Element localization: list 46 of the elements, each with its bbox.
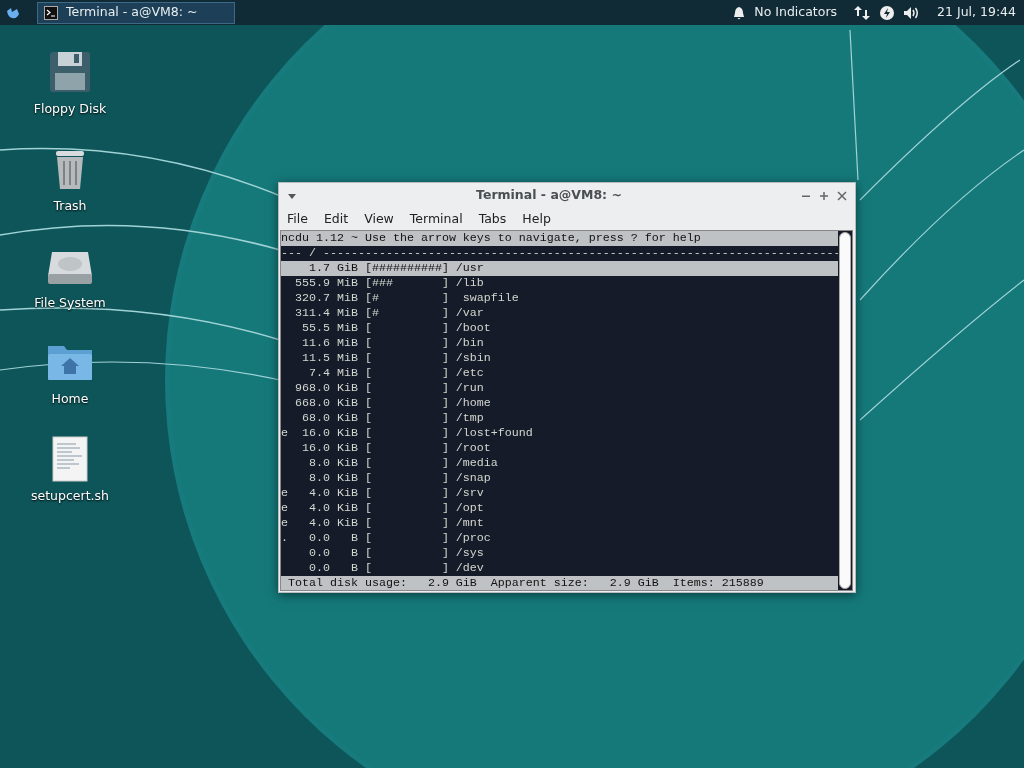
desktop-icon-label[interactable]: Home — [24, 390, 116, 409]
terminal-icon — [44, 5, 58, 20]
desktop-icon-label[interactable]: setupcert.sh — [24, 487, 116, 506]
directory-row[interactable]: 7.4 MiB [ ] /etc — [281, 366, 839, 381]
directory-row[interactable]: 668.0 KiB [ ] /home — [281, 396, 839, 411]
directory-row[interactable]: 968.0 KiB [ ] /run — [281, 381, 839, 396]
directory-row[interactable]: e 4.0 KiB [ ] /opt — [281, 501, 839, 516]
close-icon[interactable] — [837, 190, 847, 201]
window-menu-icon[interactable] — [287, 191, 297, 200]
directory-row[interactable]: 55.5 MiB [ ] /boot — [281, 321, 839, 336]
maximize-icon[interactable] — [819, 190, 829, 201]
scrollbar[interactable] — [839, 232, 851, 589]
terminal-header: ncdu 1.12 ~ Use the arrow keys to navigate, press ? for help — [281, 231, 839, 246]
directory-row[interactable]: e 4.0 KiB [ ] /mnt — [281, 516, 839, 531]
desktop-icon-label[interactable]: File System — [24, 293, 116, 313]
notification-icon[interactable] — [732, 5, 747, 20]
directory-row[interactable]: 0.0 B [ ] /dev — [281, 561, 839, 576]
directory-row[interactable]: 8.0 KiB [ ] /media — [281, 456, 839, 471]
directory-row[interactable]: 311.4 MiB [# ] /var — [281, 306, 839, 321]
menu-item[interactable]: Edit — [315, 209, 357, 229]
menu-item[interactable]: Help — [514, 209, 559, 229]
window-title: Terminal - a@VM8: ~ — [476, 186, 622, 205]
directory-row[interactable]: 555.9 MiB [### ] /lib — [281, 276, 839, 291]
network-icon[interactable] — [853, 3, 872, 22]
taskbar-button[interactable]: Terminal - a@VM8: ~ — [37, 1, 235, 24]
directory-row[interactable]: 11.6 MiB [ ] /bin — [281, 336, 839, 351]
directory-row[interactable]: 8.0 KiB [ ] /snap — [281, 471, 839, 486]
clock[interactable]: 21 Jul, 19:44 — [937, 3, 1016, 22]
directory-row[interactable]: 68.0 KiB [ ] /tmp — [281, 411, 839, 426]
directory-row[interactable]: e 16.0 KiB [ ] /lost+found — [281, 426, 839, 441]
directory-row[interactable]: 16.0 KiB [ ] /root — [281, 441, 839, 456]
directory-row[interactable]: e 4.0 KiB [ ] /srv — [281, 486, 839, 501]
power-icon[interactable] — [879, 4, 896, 21]
directory-row[interactable]: . 0.0 B [ ] /proc — [281, 531, 839, 546]
indicators-label: No Indicators — [754, 3, 838, 22]
desktop-icon-label[interactable]: Floppy Disk — [24, 100, 116, 119]
menu-item[interactable]: View — [356, 209, 402, 229]
menu-item[interactable]: File — [279, 209, 316, 229]
path-line: --- / -------------------------------------------------------------------------- — [281, 246, 839, 261]
directory-row[interactable]: 320.7 MiB [# ] swapfile — [281, 291, 839, 306]
directory-row[interactable]: 1.7 GiB [##########] /usr — [281, 261, 839, 276]
menu-item[interactable]: Tabs — [470, 209, 515, 229]
directory-row[interactable]: 11.5 MiB [ ] /sbin — [281, 351, 839, 366]
directory-row[interactable]: 0.0 B [ ] /sys — [281, 546, 839, 561]
menu-item[interactable]: Terminal — [401, 209, 471, 229]
desktop-icon-label[interactable]: Trash — [24, 196, 116, 216]
